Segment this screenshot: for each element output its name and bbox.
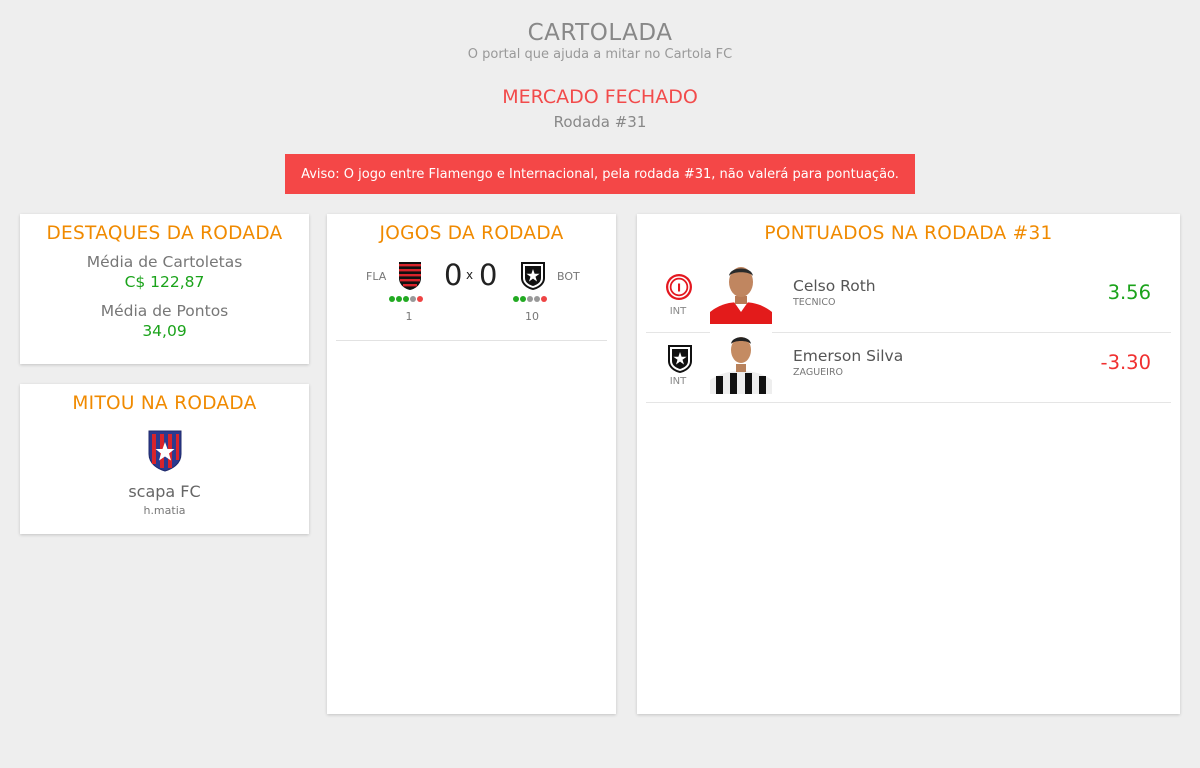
- form-dot: [410, 296, 416, 302]
- destaques-title: DESTAQUES DA RODADA: [46, 223, 283, 244]
- player-role: ZAGUEIRO: [793, 367, 844, 378]
- away-position: 10: [525, 310, 539, 323]
- team-owner: h.matia: [143, 504, 186, 517]
- team-name[interactable]: scapa FC: [20, 482, 309, 501]
- form-dot: [396, 296, 402, 302]
- form-dot: [520, 296, 526, 302]
- player-club-abbr: INT: [669, 376, 687, 387]
- form-dot: [527, 296, 533, 302]
- form-dot: [403, 296, 409, 302]
- svg-text:I: I: [677, 282, 681, 295]
- player-row[interactable]: I INT Celso Roth TECNICO 3.56: [646, 262, 1171, 333]
- form-dot: [541, 296, 547, 302]
- player-score: -3.30: [1100, 351, 1151, 374]
- form-dot: [513, 296, 519, 302]
- botafogo-crest-icon: [667, 344, 693, 378]
- home-form-dots: [389, 296, 423, 302]
- player-club-abbr: INT: [669, 306, 687, 317]
- botafogo-crest-icon: [520, 261, 546, 295]
- site-subtitle: O portal que ajuda a mitar no Cartola FC: [467, 47, 733, 62]
- media-cartoletas-label: Média de Cartoletas: [86, 253, 243, 271]
- media-pontos-value: 34,09: [142, 322, 187, 340]
- away-score: 0: [479, 258, 498, 292]
- media-cartoletas-value: C$ 122,87: [124, 273, 205, 291]
- jogos-title: JOGOS DA RODADA: [379, 223, 564, 244]
- player-score: 3.56: [1107, 281, 1151, 304]
- player-photo: [710, 332, 772, 394]
- player-photo: [710, 262, 772, 324]
- site-title[interactable]: CARTOLADA: [0, 20, 1200, 46]
- player-row[interactable]: INT Emerson Silva ZAGUEIRO -3.30: [646, 332, 1171, 403]
- home-score: 0: [444, 258, 463, 292]
- team-shield-icon[interactable]: [148, 430, 182, 472]
- player-role: TECNICO: [793, 297, 836, 308]
- mitou-card: MITOU NA RODADA scapa FC h.matia: [20, 384, 309, 534]
- pontuados-title: PONTUADOS NA RODADA #31: [764, 223, 1053, 244]
- home-position: 1: [405, 310, 413, 323]
- away-form-dots: [513, 296, 547, 302]
- media-pontos-label: Média de Pontos: [100, 302, 229, 320]
- internacional-crest-icon: I: [665, 273, 693, 305]
- form-dot: [417, 296, 423, 302]
- mitou-title: MITOU NA RODADA: [72, 393, 257, 414]
- away-team-abbr: BOT: [557, 270, 580, 283]
- alert-banner: Aviso: O jogo entre Flamengo e Internaci…: [285, 154, 915, 194]
- game-row[interactable]: FLA 0 x 0 BOT 1 10: [336, 256, 607, 341]
- jogos-card: JOGOS DA RODADA FLA 0 x 0 BOT 1 10: [327, 214, 616, 714]
- form-dot: [534, 296, 540, 302]
- home-team-abbr: FLA: [366, 270, 387, 283]
- market-status: MERCADO FECHADO: [502, 86, 698, 108]
- alert-text: Aviso: O jogo entre Flamengo e Internaci…: [301, 166, 899, 182]
- pontuados-card: PONTUADOS NA RODADA #31 I INT Celso Roth…: [637, 214, 1180, 714]
- destaques-card: DESTAQUES DA RODADA Média de Cartoletas …: [20, 214, 309, 364]
- flamengo-crest-icon: [398, 261, 422, 295]
- round-label: Rodada #31: [553, 113, 647, 131]
- player-name: Emerson Silva: [793, 347, 904, 365]
- score-separator: x: [466, 268, 474, 282]
- form-dot: [389, 296, 395, 302]
- player-name: Celso Roth: [793, 277, 876, 295]
